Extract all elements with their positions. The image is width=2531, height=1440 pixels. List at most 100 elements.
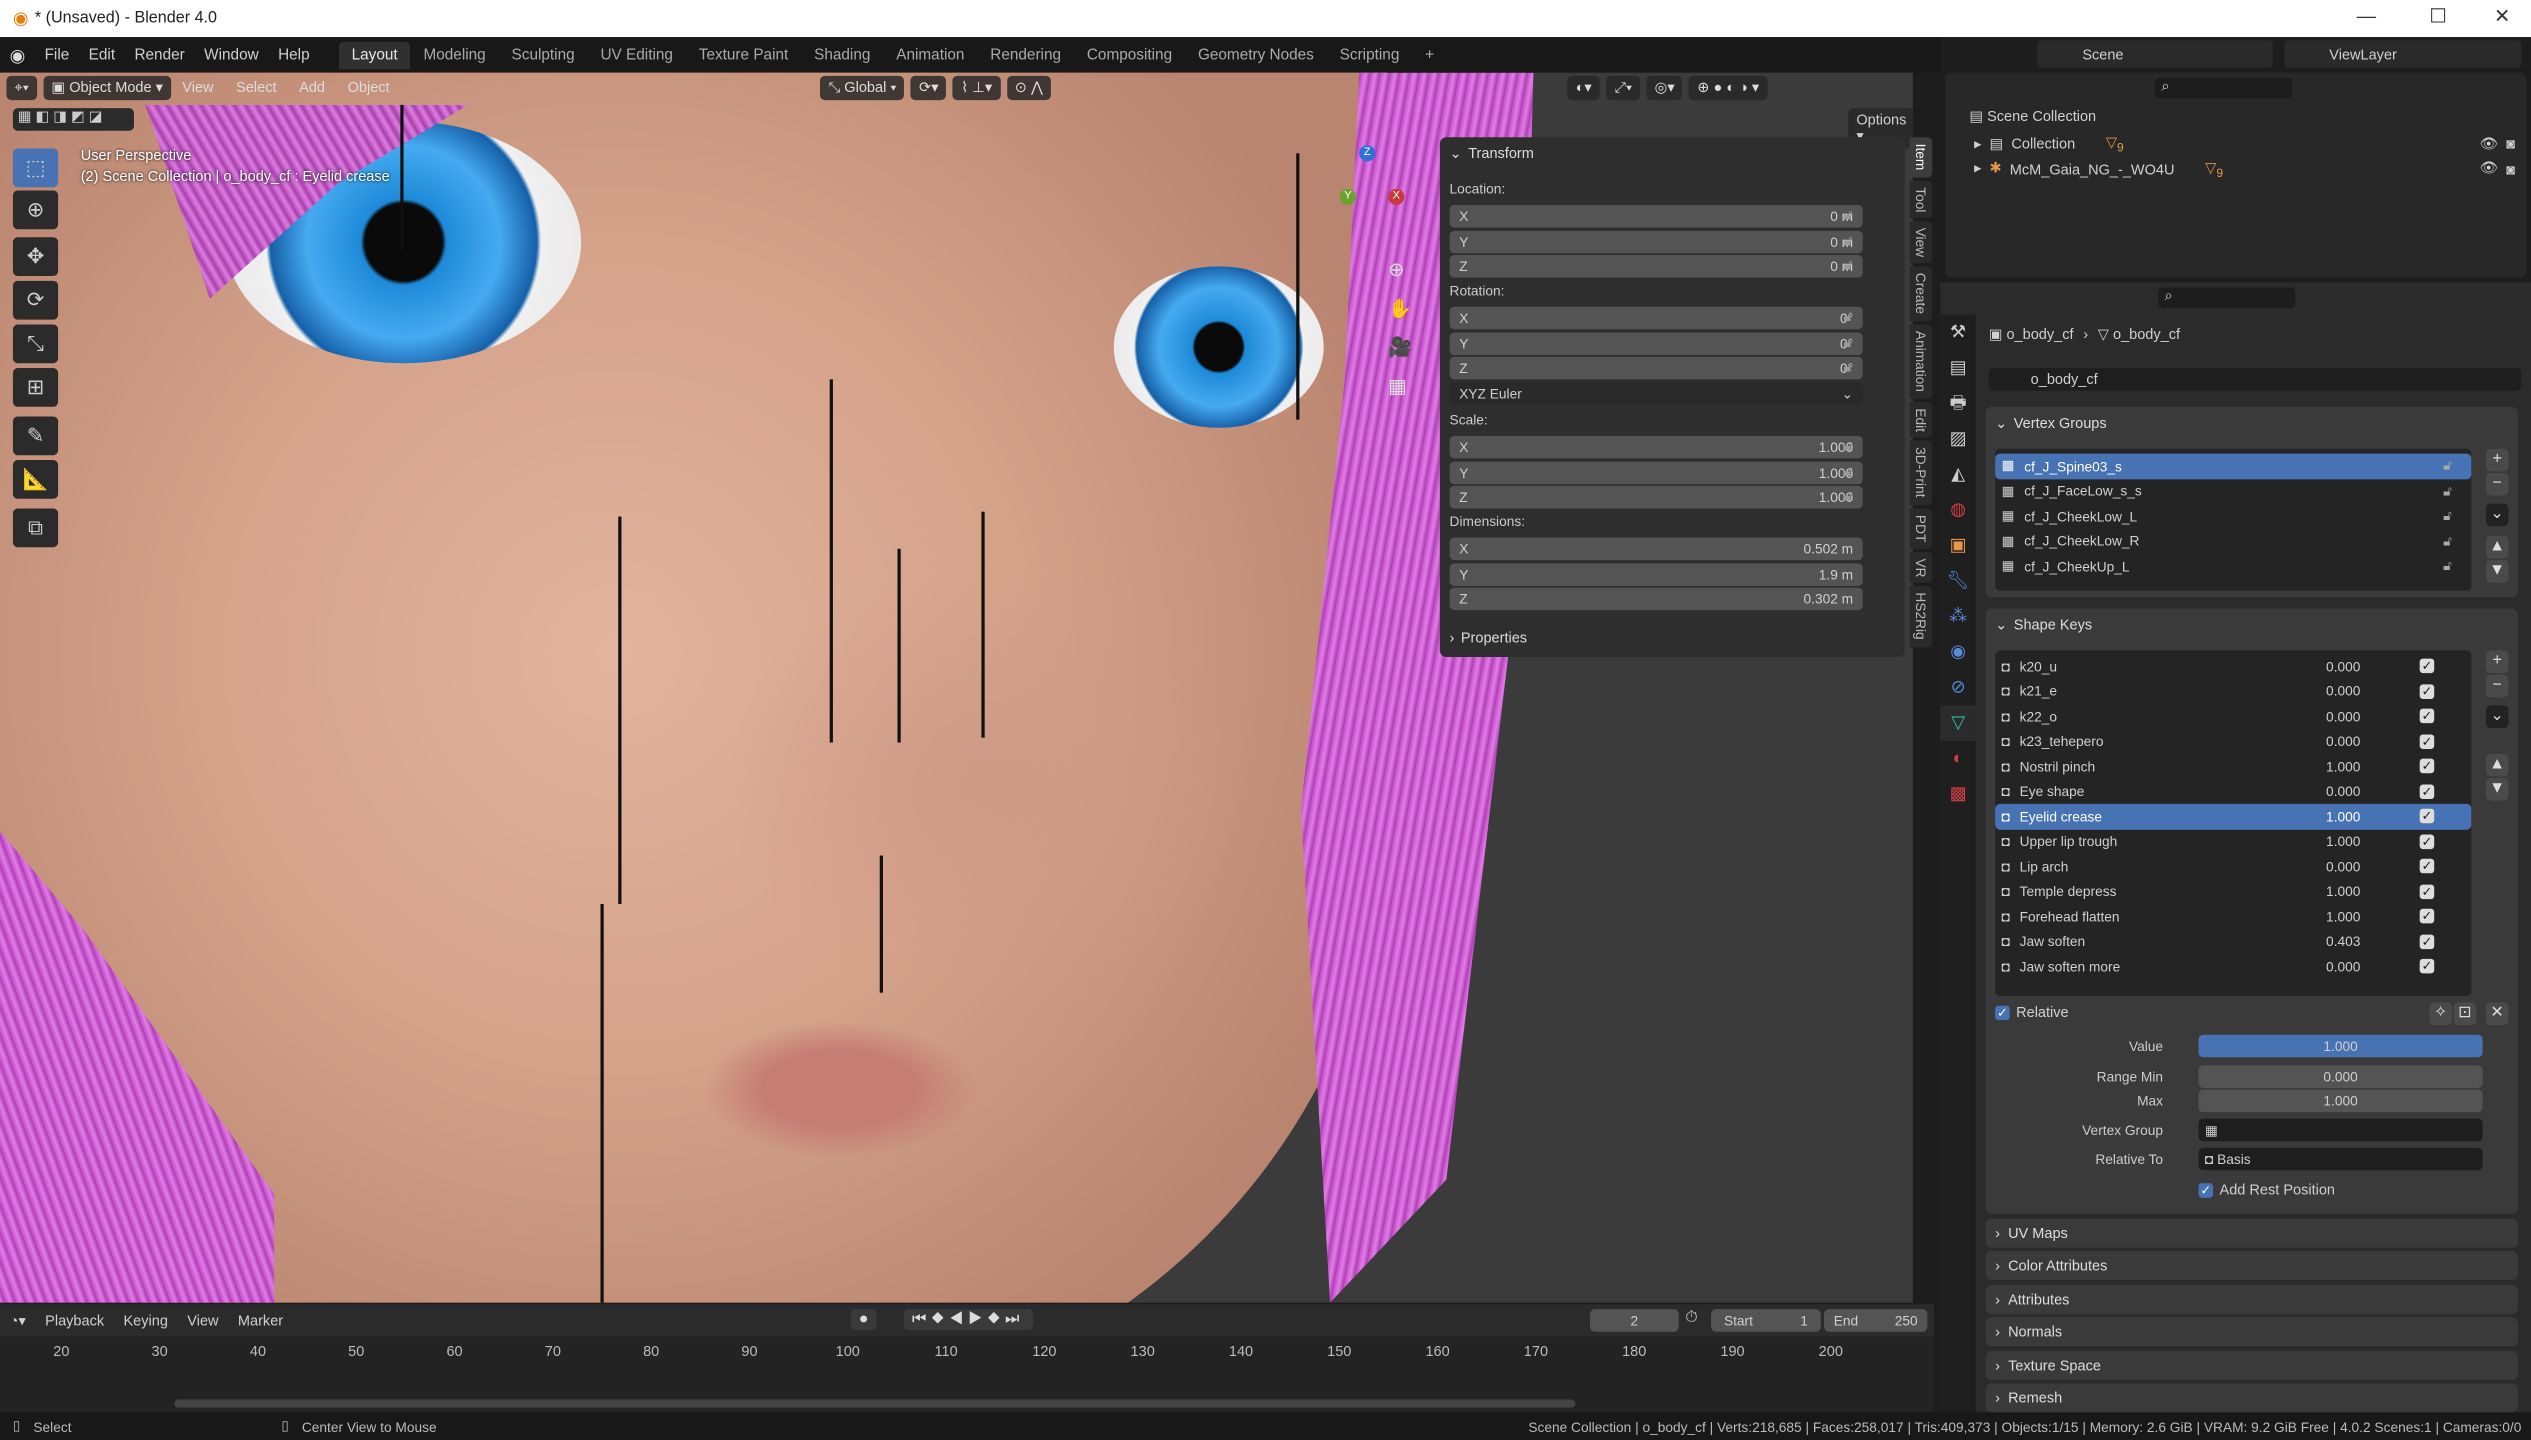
range-max-field[interactable]: 1.000 (2198, 1089, 2483, 1113)
lock-icon[interactable]: 🔓︎ (2443, 482, 2452, 500)
move-down-button[interactable]: ▼ (2485, 560, 2509, 583)
dimensions-z-field[interactable]: Z 0.302 m (1449, 587, 1863, 611)
shape-key-mute-checkbox[interactable]: ✓ (2419, 784, 2435, 799)
shape-key-mute-checkbox[interactable]: ✓ (2419, 759, 2435, 774)
rotation-lock-icon[interactable]: 🔓︎ (1843, 358, 1852, 376)
shape-key-mute-checkbox[interactable]: ✓ (2419, 934, 2435, 949)
scale-lock-icon[interactable]: 🔓︎ (1843, 462, 1852, 480)
particles-icon[interactable]: ⁂ (1940, 599, 1976, 635)
measure-tool-icon[interactable]: 📐 (12, 460, 59, 499)
shape-key-item[interactable]: ◘ k21_e 0.000 ✓ (1995, 679, 2471, 704)
location-lock-icon[interactable]: 🔓︎ (1843, 257, 1852, 275)
tab-layout[interactable]: Layout (338, 41, 411, 69)
range-min-field[interactable]: 0.000 (2198, 1065, 2483, 1088)
vertex-groups-header[interactable]: ⌄ Vertex Groups (1985, 407, 2518, 439)
shape-key-value[interactable]: 1.000 (2326, 883, 2360, 899)
menu-help[interactable]: Help (268, 46, 319, 64)
n-tab-view[interactable]: View (1909, 221, 1933, 264)
outliner-row[interactable]: ▸ ▤ Collection ▽9 👁︎ ◙ (1974, 134, 2515, 155)
outliner-search[interactable]: ⌕ (2154, 77, 2293, 99)
annotate-tool-icon[interactable]: ✎ (12, 416, 59, 456)
dimensions-y-field[interactable]: Y 1.9 m (1449, 562, 1863, 586)
lock-icon[interactable]: 🔓︎ (2443, 507, 2452, 525)
location-y-field[interactable]: Y0 m (1449, 230, 1863, 253)
visibility-dropdown[interactable]: ◐▾ (1567, 75, 1600, 100)
scene-icon[interactable]: ◭ (1940, 457, 1976, 493)
vertex-group-item[interactable]: ▦ cf_J_FaceLow_s_s 🔓︎ (1995, 479, 2471, 504)
rotation-y-field[interactable]: Y 0° (1449, 331, 1863, 355)
world-icon[interactable]: ◍ (1940, 492, 1976, 528)
add-vertex-group-button[interactable]: + (2485, 448, 2509, 472)
timeline-scrollbar[interactable] (174, 1399, 1576, 1408)
playback-controls[interactable]: ⏮◆◀▶◆⏭ (903, 1309, 1033, 1331)
viewport-menu-add[interactable]: Add (288, 79, 336, 95)
shape-key-mute-checkbox[interactable]: ✓ (2419, 734, 2435, 749)
tab-rendering[interactable]: Rendering (977, 41, 1074, 68)
gizmo-x[interactable]: X (1388, 188, 1405, 206)
gizmo-y[interactable]: Y (1339, 188, 1356, 206)
n-tab-edit[interactable]: Edit (1909, 401, 1933, 439)
snap-toggle[interactable]: ⌇ ⊥▾ (953, 75, 1001, 100)
shape-key-mute-checkbox[interactable]: ✓ (2419, 809, 2435, 824)
rotate-tool-icon[interactable]: ⟳ (12, 280, 59, 320)
panel-texture-space[interactable]: › Texture Space (1985, 1350, 2519, 1380)
shape-key-edit-mode-button[interactable]: ⊡ (2453, 1002, 2477, 1026)
n-tab-3d-print[interactable]: 3D-Print (1909, 441, 1933, 505)
add-cube-tool-icon[interactable]: ⧉ (12, 508, 59, 548)
render-camera-icon[interactable]: ◙ (2506, 161, 2515, 177)
viewport-menu-object[interactable]: Object (336, 79, 401, 95)
pivot-dropdown[interactable]: ⟳▾ (910, 75, 947, 100)
cursor-tool-icon[interactable]: ⊕ (12, 190, 59, 230)
move-up-button[interactable]: ▲ (2485, 535, 2509, 559)
menu-render[interactable]: Render (125, 46, 195, 64)
remove-shape-key-button[interactable]: − (2485, 674, 2509, 698)
shape-key-item[interactable]: ◘ Eye shape 0.000 ✓ (1995, 779, 2471, 804)
move-tool-icon[interactable]: ✥ (12, 237, 59, 277)
vertex-group-item[interactable]: ▦ cf_J_CheekLow_R 🔓︎ (1995, 529, 2471, 554)
tab-sculpting[interactable]: Sculpting (499, 41, 588, 68)
select-box-tool-icon[interactable]: ⬚ (12, 148, 59, 188)
output-icon[interactable]: 🖶︎ (1940, 386, 1976, 422)
shape-key-mute-checkbox[interactable]: ✓ (2419, 684, 2435, 699)
n-tab-vr[interactable]: VR (1909, 551, 1933, 584)
shape-key-value[interactable]: 1.000 (2326, 908, 2360, 924)
scene-collection-row[interactable]: ▤ Scene Collection (1969, 108, 2096, 126)
tab-compositing[interactable]: Compositing (1074, 41, 1185, 68)
tab-shading[interactable]: Shading (801, 41, 883, 68)
visibility-eye-icon[interactable]: 👁︎ (2480, 135, 2498, 153)
shape-key-item[interactable]: ◘ Eyelid crease 1.000 ✓ (1995, 803, 2472, 829)
gizmo-toggle[interactable]: ⤢▾ (1606, 75, 1641, 100)
tab-texture-paint[interactable]: Texture Paint (686, 41, 801, 68)
editor-type-button[interactable]: ⌖▾ (6, 75, 37, 100)
tool-icon[interactable]: ⚒ (1940, 315, 1976, 351)
tab-uv-editing[interactable]: UV Editing (588, 41, 686, 68)
end-frame-field[interactable]: End 250 (1824, 1309, 1928, 1332)
rotation-lock-icon[interactable]: 🔓︎ (1843, 333, 1852, 351)
shape-key-value[interactable]: 0.000 (2326, 958, 2360, 974)
shape-key-item[interactable]: ◘ Nostril pinch 1.000 ✓ (1995, 754, 2471, 779)
panel-uv-maps[interactable]: › UV Maps (1985, 1218, 2519, 1248)
shape-key-item[interactable]: ◘ Lip arch 0.000 ✓ (1995, 854, 2471, 879)
clear-shape-keys-button[interactable]: ✕ (2485, 1002, 2509, 1026)
value-slider[interactable]: 1.000 (2198, 1034, 2483, 1058)
shape-key-value[interactable]: 0.000 (2326, 708, 2360, 724)
3d-viewport[interactable]: ⌖▾ ▣ Object Mode ▾ View Select Add Object ⤡… (0, 72, 1913, 1303)
current-frame-field[interactable]: 2 (1589, 1309, 1679, 1332)
view-layer-icon[interactable]: ▨ (1940, 421, 1976, 457)
overlay-toggle[interactable]: ◎▾ (1646, 75, 1683, 100)
shape-key-value[interactable]: 1.000 (2326, 833, 2360, 849)
shape-key-mute-checkbox[interactable]: ✓ (2419, 709, 2435, 724)
mesh-data-field[interactable]: o_body_cf (1988, 368, 2522, 391)
shape-key-value[interactable]: 1.000 (2326, 758, 2360, 774)
dimensions-x-field[interactable]: X 0.502 m (1449, 537, 1863, 561)
viewport-menu-view[interactable]: View (171, 79, 225, 95)
minimize-button[interactable]: — (2357, 5, 2376, 28)
stopwatch-icon[interactable]: ⏱ (1685, 1309, 1698, 1327)
expand-arrow-icon[interactable]: ▸ (1974, 160, 1981, 178)
gizmo-z[interactable]: Z (1359, 145, 1376, 162)
vertex-group-item[interactable]: ▦ cf_J_CheekLow_L 🔓︎ (1995, 504, 2471, 529)
rotation-z-field[interactable]: Z 0° (1449, 356, 1863, 380)
transform-tool-icon[interactable]: ⊞ (12, 368, 59, 407)
vertex-group-item[interactable]: ▦ cf_J_Spine03_s 🔓︎ (1995, 453, 2472, 479)
panel-color-attributes[interactable]: › Color Attributes (1985, 1251, 2519, 1281)
